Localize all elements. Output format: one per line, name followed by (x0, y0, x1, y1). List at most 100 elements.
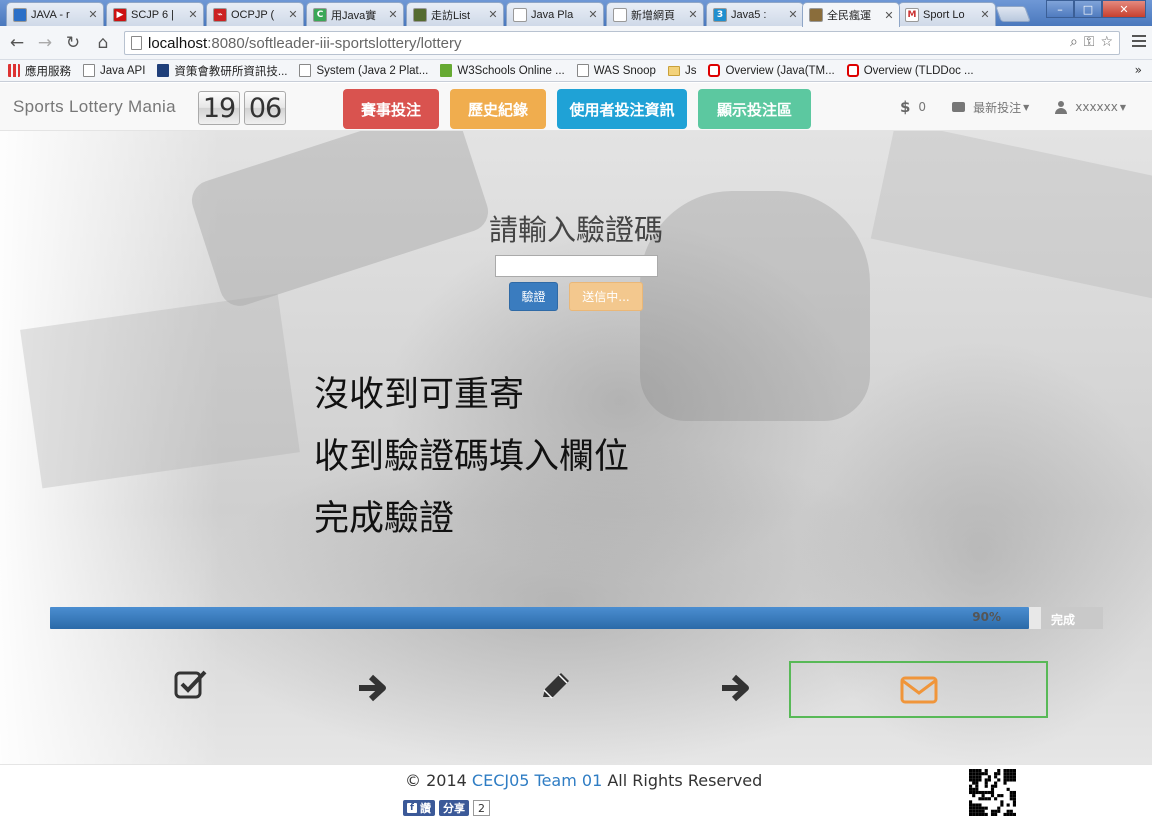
caret-down-icon: ▼ (1023, 102, 1030, 112)
site-navbar: Sports Lottery Mania 19 06 賽事投注 歷史紀錄 使用者… (0, 83, 1152, 131)
latest-bets-dropdown[interactable]: 最新投注 ▼ (952, 99, 1029, 116)
browser-tab[interactable]: 新增網頁 ✕ (606, 2, 704, 26)
facebook-share: f讚 分享 2 (403, 800, 490, 816)
tab-close-icon[interactable]: ✕ (787, 8, 799, 21)
clock-hours: 19 (198, 91, 240, 125)
chrome-menu-icon[interactable] (1132, 34, 1146, 48)
home-icon[interactable]: ⌂ (92, 32, 114, 54)
bookmark-label: Js (684, 64, 697, 77)
minimize-button[interactable]: – (1046, 0, 1074, 18)
browser-tab[interactable]: 全民瘋運 ✕ (802, 2, 900, 27)
tab-title: OCPJP ( (231, 8, 275, 21)
bookmark-item[interactable]: Js (667, 64, 697, 77)
progress-fill: 90% (50, 607, 1029, 629)
tab-close-icon[interactable]: ✕ (687, 8, 699, 21)
bookmark-label: Overview (Java(TM... (725, 64, 835, 77)
verify-button[interactable]: 驗證 (509, 282, 558, 311)
bookmark-item[interactable]: 資策會教研所資訊技... (157, 63, 287, 79)
maximize-button[interactable]: □ (1074, 0, 1102, 18)
page-icon (83, 64, 95, 77)
tab-favicon-icon (613, 7, 627, 22)
share-count: 2 (473, 800, 490, 816)
tab-close-icon[interactable]: ✕ (487, 8, 499, 21)
tab-favicon-icon: C (313, 7, 327, 22)
tab-favicon-icon: ▶ (113, 7, 127, 22)
address-bar[interactable]: localhost:8080/softleader-iii-sportslott… (124, 31, 1120, 55)
browser-tab[interactable]: ▶ SCJP 6 | ✕ (106, 2, 204, 26)
facebook-like-button[interactable]: f讚 (403, 800, 435, 816)
facebook-share-button[interactable]: 分享 (439, 800, 469, 816)
bet-events-button[interactable]: 賽事投注 (343, 89, 439, 129)
bookmark-item[interactable]: 應用服務 (8, 63, 71, 79)
balance-value: 0 (918, 100, 927, 114)
copyright: © 2014 CECJ05 Team 01 All Rights Reserve… (405, 771, 763, 790)
tab-favicon-icon: M (905, 7, 919, 22)
browser-tab[interactable]: M Sport Lo ✕ (898, 2, 996, 26)
user-bet-info-button[interactable]: 使用者投注資訊 (557, 89, 687, 129)
comment-icon (952, 102, 966, 112)
verification-code-input[interactable] (495, 255, 658, 277)
history-button[interactable]: 歷史紀錄 (450, 89, 546, 129)
tab-close-icon[interactable]: ✕ (87, 8, 99, 21)
browser-tab[interactable]: ⌁ OCPJP (✕ (206, 2, 304, 26)
team-link[interactable]: CECJ05 Team 01 (472, 771, 602, 790)
show-bet-area-button[interactable]: 顯示投注區 (698, 89, 811, 129)
arrow-right-icon (357, 673, 389, 703)
reload-icon[interactable]: ↻ (62, 32, 84, 54)
tab-favicon-icon (413, 7, 427, 22)
user-icon (1055, 100, 1068, 114)
close-window-button[interactable]: ✕ (1102, 0, 1146, 18)
zoom-icon[interactable]: ⌕ (1070, 34, 1078, 50)
balance-item[interactable]: $ 0 (900, 98, 926, 116)
page-icon (131, 36, 142, 50)
tab-title: JAVA - r (31, 8, 70, 21)
username: xxxxxx (1075, 100, 1118, 114)
bookmark-star-icon[interactable]: ☆ (1100, 34, 1113, 50)
envelope-icon (900, 676, 937, 703)
bookmark-item[interactable]: WAS Snoop (576, 64, 656, 77)
browser-tab[interactable]: Java Pla ✕ (506, 2, 604, 26)
progress-bar: 90% 完成 (50, 607, 1103, 629)
url-text: localhost:8080/softleader-iii-sportslott… (148, 34, 462, 52)
key-icon[interactable]: ⚿ (1084, 34, 1095, 50)
tab-strip: JAVA - r ✕ ▶ SCJP 6 | ✕ ⌁ OCPJP (✕ C 用Java實 ✕ 走訪Li… (0, 0, 1152, 27)
bookmarks-bar: 應用服務 Java API 資策會教研所資訊技... System (Java 2 P… (0, 60, 1152, 82)
tab-close-icon[interactable]: ✕ (587, 8, 599, 21)
oracle-icon (846, 64, 859, 77)
omnibar: ← → ↻ ⌂ localhost:8080/softleader-iii-sp… (0, 26, 1152, 60)
sending-button[interactable]: 送信中... (569, 282, 643, 311)
apps-icon (8, 64, 20, 77)
instruction-steps: 沒收到可重寄 收到驗證碼填入欄位 完成驗證 (314, 370, 629, 556)
user-dropdown[interactable]: xxxxxx ▼ (1055, 100, 1126, 114)
tab-close-icon[interactable]: ✕ (979, 8, 991, 21)
browser-tab[interactable]: 3 Java5 : ✕ (706, 2, 804, 26)
clock: 19 06 (198, 91, 286, 125)
browser-tab[interactable]: JAVA - r ✕ (6, 2, 104, 26)
tab-close-icon[interactable]: ✕ (883, 9, 895, 22)
tab-title: 用Java實 (331, 9, 377, 22)
tab-title: 走訪List (431, 9, 471, 22)
forward-icon[interactable]: → (34, 32, 56, 54)
browser-tab[interactable]: C 用Java實 ✕ (306, 2, 404, 26)
browser-tab[interactable]: 走訪List ✕ (406, 2, 504, 26)
bookmark-item[interactable]: System (Java 2 Plat... (299, 64, 428, 77)
new-tab-button[interactable] (995, 6, 1031, 22)
page-icon (299, 64, 312, 77)
w3-icon (440, 64, 453, 77)
bookmarks-more-button[interactable]: » (1135, 63, 1142, 77)
bookmark-item[interactable]: Java API (83, 64, 145, 77)
tab-close-icon[interactable]: ✕ (187, 8, 199, 21)
pencil-icon (539, 669, 573, 701)
tab-close-icon[interactable]: ✕ (387, 8, 399, 21)
bookmark-item[interactable]: Overview (TLDDoc ... (846, 64, 974, 77)
tab-close-icon[interactable]: ✕ (287, 8, 299, 21)
bookmark-item[interactable]: Overview (Java(TM... (708, 64, 835, 77)
email-step-box[interactable] (789, 661, 1048, 718)
bookmark-item[interactable]: W3Schools Online ... (440, 64, 565, 77)
step-icons (0, 661, 1152, 721)
brand-title[interactable]: Sports Lottery Mania (13, 97, 176, 117)
back-icon[interactable]: ← (6, 32, 28, 54)
tab-favicon-icon (13, 7, 27, 22)
bookmark-label: WAS Snoop (593, 64, 656, 77)
caret-down-icon: ▼ (1119, 102, 1126, 112)
